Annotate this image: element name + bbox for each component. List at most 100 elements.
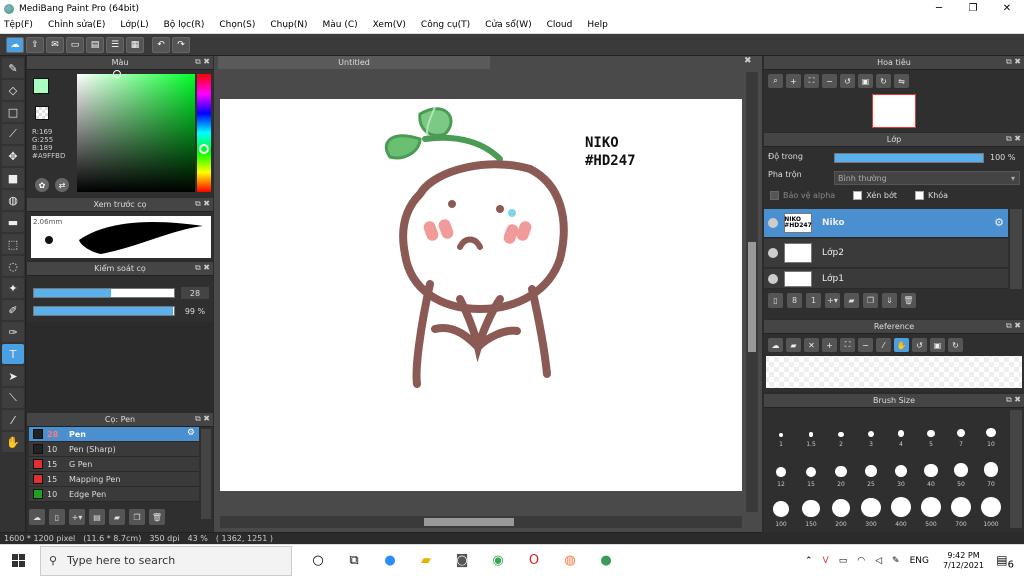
upload-icon[interactable]: ⇪ xyxy=(26,36,44,53)
wifi-icon[interactable]: ◠ xyxy=(857,556,865,566)
notification-icon[interactable]: ▤6 xyxy=(996,553,1014,570)
zoom-out-icon[interactable]: − xyxy=(822,74,837,88)
menu-select[interactable]: Chọn(S) xyxy=(219,20,255,30)
vertical-scroll-thumb[interactable] xyxy=(748,242,756,352)
horizontal-scroll-thumb[interactable] xyxy=(424,518,514,526)
drawing-canvas[interactable]: NIKO #HD247 xyxy=(220,99,742,491)
add-brush-icon[interactable]: +▾ xyxy=(69,509,85,525)
brush-size-option[interactable]: 3 xyxy=(856,410,886,450)
layer-item-niko[interactable]: NIKO #HD247 Niko ⚙ xyxy=(764,209,1008,238)
taskbar-search[interactable]: ⚲ Type here to search xyxy=(40,545,292,576)
page-icon[interactable]: ▤ xyxy=(86,36,104,53)
eye-icon[interactable] xyxy=(768,218,778,228)
list-icon[interactable]: ☰ xyxy=(106,36,124,53)
brush-size-option[interactable]: 400 xyxy=(886,490,916,530)
menu-cloud[interactable]: Cloud xyxy=(547,20,573,30)
brush-size-option[interactable]: 30 xyxy=(886,450,916,490)
eyedropper-icon[interactable]: ⁄ xyxy=(2,410,24,430)
add-layer-dropdown-icon[interactable]: +▾ xyxy=(825,293,840,308)
divide-tool-icon[interactable]: ⟍ xyxy=(2,388,24,408)
brush-size-option[interactable]: 5 xyxy=(916,410,946,450)
undo-icon[interactable]: ↶ xyxy=(152,36,170,53)
panel-controls-icon[interactable]: ⧉ ✖ xyxy=(1006,57,1021,67)
file-explorer-icon[interactable]: ▰ xyxy=(408,546,444,576)
brush-item[interactable]: 28 Pen ⚙ xyxy=(29,427,199,442)
menu-color[interactable]: Màu (C) xyxy=(323,20,358,30)
brush-size-option[interactable]: 20 xyxy=(826,450,856,490)
brush-size-option[interactable]: 15 xyxy=(796,450,826,490)
brush-size-option[interactable]: 12 xyxy=(766,450,796,490)
lock-checkbox[interactable]: Khóa xyxy=(914,191,948,200)
foreground-color-swatch[interactable] xyxy=(33,78,49,94)
minimize-button[interactable]: ─ xyxy=(922,0,956,17)
brush-size-option[interactable]: 200 xyxy=(826,490,856,530)
zoom-in-icon[interactable]: + xyxy=(822,338,837,352)
brush-size-option[interactable]: 150 xyxy=(796,490,826,530)
brush-tool-icon[interactable]: ✎ xyxy=(2,58,24,78)
rotate-right-icon[interactable]: ↻ xyxy=(948,338,963,352)
layer-folder-icon[interactable]: ▰ xyxy=(844,293,859,308)
layer-item-lop1[interactable]: Lớp1 xyxy=(764,269,1008,289)
brush-item[interactable]: 10 Pen (Sharp) xyxy=(29,442,199,457)
menu-window[interactable]: Cửa sổ(W) xyxy=(485,20,531,30)
lasso-tool-icon[interactable]: ◌ xyxy=(2,256,24,276)
layer-opacity-slider[interactable] xyxy=(834,153,984,163)
select-pen-icon[interactable]: ✐ xyxy=(2,300,24,320)
new-layer-icon[interactable]: ▯ xyxy=(768,293,783,308)
swap-color-icon[interactable]: ⇄ xyxy=(55,178,69,192)
cloud-icon[interactable]: ☁ xyxy=(768,338,783,352)
chevron-up-icon[interactable]: ⌃ xyxy=(805,556,813,566)
brush-item[interactable]: 15 Mapping Pen xyxy=(29,472,199,487)
canvas-vertical-scrollbar[interactable] xyxy=(746,72,758,512)
brush-size-option[interactable]: 50 xyxy=(946,450,976,490)
brush-opacity-slider[interactable] xyxy=(33,306,175,316)
canvas-horizontal-scrollbar[interactable] xyxy=(220,516,742,528)
medibang-taskbar-icon[interactable]: ● xyxy=(588,546,624,576)
camera-app-icon[interactable]: ◙ xyxy=(444,546,480,576)
select-eraser-icon[interactable]: ✑ xyxy=(2,322,24,342)
operation-tool-icon[interactable]: ➤ xyxy=(2,366,24,386)
brush-size-option[interactable]: 1000 xyxy=(976,490,1006,530)
brush-size-option[interactable]: 70 xyxy=(976,450,1006,490)
shape-tool-icon[interactable]: □ xyxy=(2,102,24,122)
brush-size-option[interactable]: 1 xyxy=(766,410,796,450)
menu-tools[interactable]: Công cụ(T) xyxy=(421,20,470,30)
fill-rect-tool-icon[interactable]: ■ xyxy=(2,168,24,188)
new-halftone-layer-icon[interactable]: 1 xyxy=(806,293,821,308)
hand-icon[interactable]: ✋ xyxy=(894,338,909,352)
battery-icon[interactable]: ▭ xyxy=(839,556,848,566)
zoom-icon[interactable]: ⌕ xyxy=(768,74,783,88)
brush-size-option[interactable]: 40 xyxy=(916,450,946,490)
menu-file[interactable]: Tệp(F) xyxy=(4,20,33,30)
magic-wand-icon[interactable]: ✦ xyxy=(2,278,24,298)
folder-icon[interactable]: ▰ xyxy=(109,509,125,525)
blend-mode-select[interactable]: Bình thường ▾ xyxy=(834,171,1020,185)
brush-size-option[interactable]: 7 xyxy=(946,410,976,450)
panel-controls-icon[interactable]: ⧉ ✖ xyxy=(1006,321,1021,331)
reference-image-area[interactable] xyxy=(766,356,1022,388)
menu-view[interactable]: Xem(V) xyxy=(373,20,406,30)
cloud-brush-icon[interactable]: ☁ xyxy=(29,509,45,525)
actual-size-icon[interactable]: ▣ xyxy=(930,338,945,352)
new-color-layer-icon[interactable]: 8 xyxy=(787,293,802,308)
menu-snap[interactable]: Chụp(N) xyxy=(270,20,307,30)
merge-layer-icon[interactable]: ⇓ xyxy=(882,293,897,308)
fit-icon[interactable]: ⛶ xyxy=(804,74,819,88)
duplicate-icon[interactable]: ❐ xyxy=(129,509,145,525)
dot-tool-icon[interactable]: ⟋ xyxy=(2,124,24,144)
redo-icon[interactable]: ↷ xyxy=(172,36,190,53)
rotate-left-icon[interactable]: ↺ xyxy=(840,74,855,88)
bucket-tool-icon[interactable]: ◍ xyxy=(2,190,24,210)
brush-size-option[interactable]: 1.5 xyxy=(796,410,826,450)
actual-size-icon[interactable]: ▣ xyxy=(858,74,873,88)
clipping-checkbox[interactable]: Xén bớt xyxy=(853,191,897,200)
close-tab-icon[interactable]: ✖ xyxy=(744,56,752,66)
delete-layer-icon[interactable]: 🗑 xyxy=(901,293,916,308)
hue-marker[interactable] xyxy=(199,144,209,154)
panel-controls-icon[interactable]: ⧉ ✖ xyxy=(195,414,210,424)
rotate-left-icon[interactable]: ↺ xyxy=(912,338,927,352)
cortana-icon[interactable]: ○ xyxy=(300,546,336,576)
brush-size-scrollbar[interactable] xyxy=(1010,410,1022,528)
grid-icon[interactable]: ▦ xyxy=(126,36,144,53)
flip-icon[interactable]: ⇋ xyxy=(894,74,909,88)
